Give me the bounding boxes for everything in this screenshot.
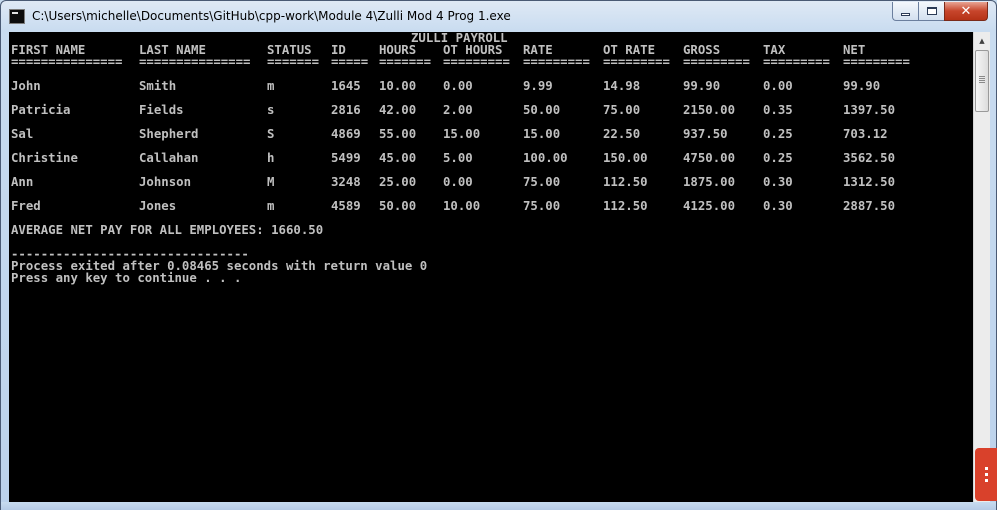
- table-cell: 0.00: [443, 79, 473, 93]
- table-cell: 1312.50: [843, 175, 896, 189]
- table-cell: Johnson: [139, 175, 192, 189]
- up-arrow-icon: ▲: [979, 36, 985, 45]
- table-cell: Fred: [11, 199, 41, 213]
- table-cell: h: [267, 151, 275, 165]
- table-cell: 75.00: [523, 199, 561, 213]
- table-cell: 99.90: [843, 79, 881, 93]
- table-cell: 150.00: [603, 151, 648, 165]
- maximize-button[interactable]: [918, 2, 944, 21]
- table-cell: 0.30: [763, 199, 793, 213]
- table-cell: 0.30: [763, 175, 793, 189]
- header-separator: =====: [331, 55, 369, 69]
- table-cell: 2.00: [443, 103, 473, 117]
- table-cell: 5499: [331, 151, 361, 165]
- table-cell: S: [267, 127, 275, 141]
- table-cell: s: [267, 103, 275, 117]
- console-window: C:\Users\michelle\Documents\GitHub\cpp-w…: [0, 0, 997, 510]
- header-separator: =======: [379, 55, 432, 69]
- minimize-button[interactable]: [892, 2, 918, 21]
- table-cell: 15.00: [443, 127, 481, 141]
- table-cell: Jones: [139, 199, 177, 213]
- header-separator: =========: [763, 55, 830, 69]
- table-cell: 2887.50: [843, 199, 896, 213]
- table-cell: 99.90: [683, 79, 721, 93]
- dots-icon: [985, 467, 988, 482]
- table-cell: Shepherd: [139, 127, 199, 141]
- table-cell: m: [267, 79, 275, 93]
- table-cell: 25.00: [379, 175, 417, 189]
- table-cell: 1397.50: [843, 103, 896, 117]
- window-controls: ✕: [892, 2, 988, 22]
- console-app-icon[interactable]: [9, 9, 25, 24]
- close-button[interactable]: ✕: [944, 2, 988, 21]
- table-cell: Patricia: [11, 103, 71, 117]
- table-cell: 75.00: [523, 175, 561, 189]
- table-cell: 112.50: [603, 175, 648, 189]
- vertical-scrollbar[interactable]: ▲ ▼: [973, 32, 990, 502]
- table-cell: 50.00: [379, 199, 417, 213]
- table-cell: 0.25: [763, 151, 793, 165]
- title-bar[interactable]: C:\Users\michelle\Documents\GitHub\cpp-w…: [1, 1, 996, 33]
- header-separator: =========: [843, 55, 910, 69]
- table-cell: Ann: [11, 175, 34, 189]
- header-separator: =======: [267, 55, 320, 69]
- table-cell: Smith: [139, 79, 177, 93]
- table-cell: 2816: [331, 103, 361, 117]
- header-separator: ===============: [139, 55, 251, 69]
- table-cell: 112.50: [603, 199, 648, 213]
- table-cell: M: [267, 175, 275, 189]
- table-cell: 22.50: [603, 127, 641, 141]
- table-cell: 703.12: [843, 127, 888, 141]
- table-cell: 4589: [331, 199, 361, 213]
- table-cell: Callahan: [139, 151, 199, 165]
- table-cell: 9.99: [523, 79, 553, 93]
- table-cell: 42.00: [379, 103, 417, 117]
- table-cell: 0.00: [443, 175, 473, 189]
- header-separator: =========: [523, 55, 590, 69]
- header-separator: =========: [683, 55, 750, 69]
- table-cell: 937.50: [683, 127, 728, 141]
- console-output[interactable]: ZULLI PAYROLL FIRST NAME LAST NAME STATUS ID…: [9, 32, 973, 502]
- header-separator: =========: [603, 55, 670, 69]
- window-bottom-border: [1, 502, 996, 510]
- scroll-up-button[interactable]: ▲: [974, 32, 990, 49]
- table-cell: 0.25: [763, 127, 793, 141]
- table-cell: 2150.00: [683, 103, 736, 117]
- table-cell: 50.00: [523, 103, 561, 117]
- table-cell: Christine: [11, 151, 78, 165]
- table-cell: John: [11, 79, 41, 93]
- close-icon: ✕: [960, 3, 972, 19]
- table-cell: m: [267, 199, 275, 213]
- table-cell: 4125.00: [683, 199, 736, 213]
- table-cell: 55.00: [379, 127, 417, 141]
- table-cell: 1645: [331, 79, 361, 93]
- table-cell: 100.00: [523, 151, 568, 165]
- table-cell: 0.00: [763, 79, 793, 93]
- header-separator: =========: [443, 55, 510, 69]
- table-cell: 15.00: [523, 127, 561, 141]
- table-cell: 14.98: [603, 79, 641, 93]
- table-cell: 5.00: [443, 151, 473, 165]
- continue-prompt: Press any key to continue . . .: [11, 271, 242, 285]
- table-cell: 1875.00: [683, 175, 736, 189]
- maximize-icon: [926, 7, 937, 15]
- side-overlay-tab[interactable]: [975, 448, 997, 501]
- scrollbar-thumb[interactable]: [975, 50, 989, 112]
- minimize-icon: [901, 12, 910, 16]
- table-cell: 10.00: [443, 199, 481, 213]
- table-cell: Sal: [11, 127, 34, 141]
- table-cell: 0.35: [763, 103, 793, 117]
- window-title: C:\Users\michelle\Documents\GitHub\cpp-w…: [32, 9, 511, 23]
- table-cell: Fields: [139, 103, 184, 117]
- average-net-pay: AVERAGE NET PAY FOR ALL EMPLOYEES: 1660.…: [11, 223, 324, 237]
- table-cell: 4750.00: [683, 151, 736, 165]
- table-cell: 10.00: [379, 79, 417, 93]
- table-cell: 3248: [331, 175, 361, 189]
- table-cell: 45.00: [379, 151, 417, 165]
- table-cell: 3562.50: [843, 151, 896, 165]
- header-separator: ===============: [11, 55, 123, 69]
- table-cell: 75.00: [603, 103, 641, 117]
- table-cell: 4869: [331, 127, 361, 141]
